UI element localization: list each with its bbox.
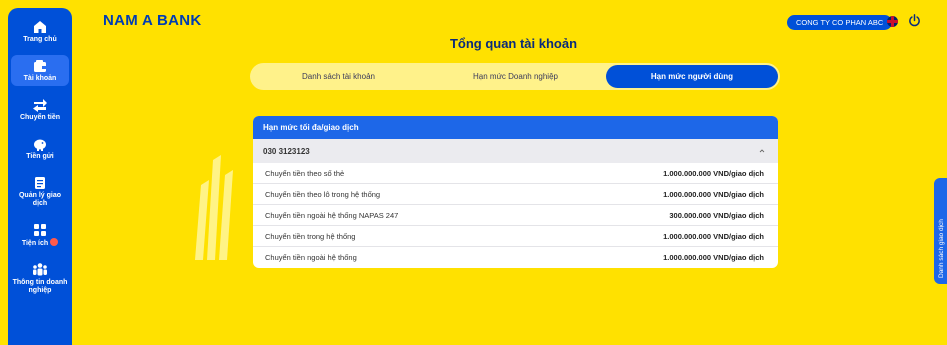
home-icon [33,19,47,34]
sidebar-item-label: Chuyển tiền [19,114,61,121]
limit-name: Chuyển tiền ngoài hệ thống [265,253,357,262]
sidebar-item-label: Quản lý giao dịch [18,192,61,207]
tab-account-list[interactable]: Danh sách tài khoản [250,63,427,90]
limit-name: Chuyển tiền ngoài hệ thống NAPAS 247 [265,210,399,220]
limit-name: Chuyển tiền trong hệ thống [265,231,356,241]
decorative-bars [195,155,233,260]
limit-value: 1.000.000.000 VND/giao dịch [663,253,764,262]
limit-value: 1.000.000.000 VND/giao dịch [663,231,764,241]
limit-row: Chuyển tiền theo số thẻ 1.000.000.000 VN… [253,163,778,184]
chevron-up-icon[interactable] [758,147,766,155]
grid-icon [33,222,47,237]
piggy-bank-icon [33,136,47,151]
account-number: 030 3123123 [263,146,310,156]
limits-card-header: Hạn mức tối đa/giao dịch [253,116,778,139]
wallet-icon [33,58,47,73]
company-button[interactable]: CONG TY CO PHAN ABC [787,15,893,30]
notification-badge [50,238,59,246]
tab-user-limit[interactable]: Hạn mức người dùng [606,65,778,88]
limit-name: Chuyển tiền theo số thẻ [265,168,345,178]
sidebar-item-label: Tiện ích [21,239,49,247]
sidebar-item-transfer[interactable]: Chuyển tiền [11,94,69,125]
sidebar-item-label: Thông tin doanh nghiệp [12,278,68,294]
transfer-icon [32,97,48,112]
uk-flag-icon[interactable] [887,16,898,27]
transaction-list-side-tab[interactable]: Danh sách giao dịch [934,178,947,284]
people-icon [32,262,48,277]
limit-row: Chuyển tiền trong hệ thống 1.000.000.000… [253,226,778,247]
sidebar-item-deposit[interactable]: Tiền gửi [11,133,69,164]
sidebar-item-account[interactable]: Tài khoản [11,55,69,86]
sidebar-item-transactions[interactable]: Quản lý giao dịch [11,172,69,211]
sidebar-item-company-info[interactable]: Thông tin doanh nghiệp [11,259,69,298]
limit-row: Chuyển tiền ngoài hệ thống 1.000.000.000… [253,247,778,268]
limit-row: Chuyển tiền theo lô trong hệ thống 1.000… [253,184,778,205]
sidebar-item-label-wrap: Tiện ích [21,238,59,248]
sidebar-item-label: Tiền gửi [26,153,54,160]
page-title: Tổng quan tài khoản [449,36,578,51]
account-row[interactable]: 030 3123123 [253,139,778,163]
side-tab-label: Danh sách giao dịch [938,219,945,278]
bank-logo[interactable]: NAM A BANK [103,12,202,29]
tab-company-limit[interactable]: Hạn mức Doanh nghiệp [427,63,604,90]
limit-value: 300.000.000 VND/giao dịch [669,210,764,220]
limit-value: 1.000.000.000 VND/giao dịch [663,168,764,178]
sidebar-item-label: Tài khoản [23,75,57,82]
limit-name: Chuyển tiền theo lô trong hệ thống [265,189,381,199]
document-icon [33,175,47,190]
limit-row: Chuyển tiền ngoài hệ thống NAPAS 247 300… [253,205,778,226]
tab-bar: Danh sách tài khoản Hạn mức Doanh nghiệp… [250,63,780,90]
power-icon[interactable] [908,14,921,27]
limits-card: Hạn mức tối đa/giao dịch 030 3123123 Chu… [253,116,778,268]
sidebar-item-utilities[interactable]: Tiện ích [11,219,69,251]
sidebar: Trang chủ Tài khoản Chuyển tiền Tiền gửi… [8,8,72,345]
limit-value: 1.000.000.000 VND/giao dịch [663,189,764,199]
